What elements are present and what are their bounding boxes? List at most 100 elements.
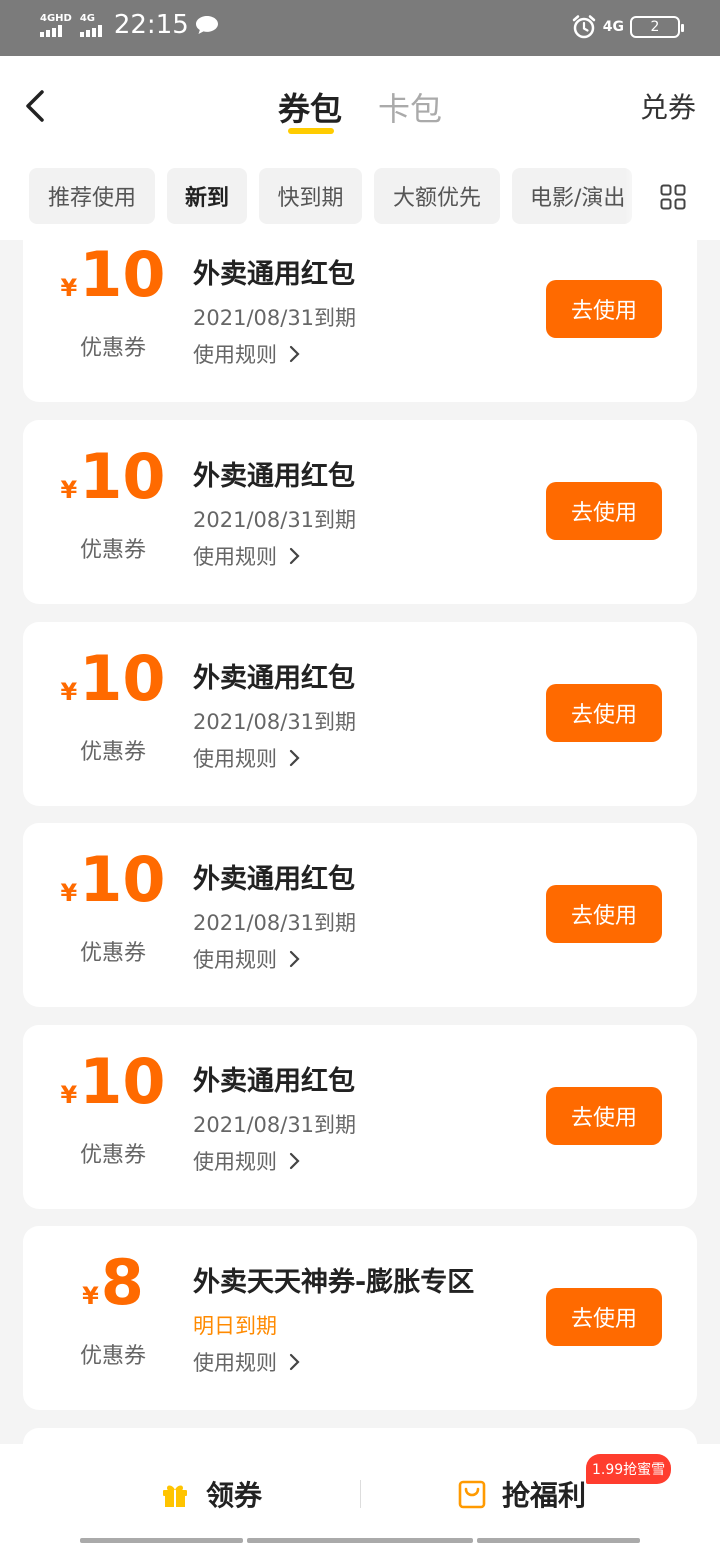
sim2-label: 4G: [79, 13, 96, 24]
grab-benefits-button[interactable]: 抢福利: [458, 1474, 586, 1514]
filter-recommended[interactable]: 推荐使用: [29, 168, 155, 224]
use-coupon-button[interactable]: 去使用: [546, 885, 662, 943]
battery-level: 2: [650, 19, 660, 35]
coupon-expiry: 2021/08/31到期: [193, 911, 357, 935]
chat-bubble-icon: [195, 16, 218, 34]
chevron-right-icon: [289, 1353, 300, 1371]
currency-symbol: ¥: [60, 274, 78, 302]
coupon-expiry: 2021/08/31到期: [193, 710, 357, 734]
usage-rules-link[interactable]: 使用规则: [193, 541, 301, 571]
currency-symbol: ¥: [60, 476, 78, 504]
get-coupons-label: 领券: [206, 1479, 263, 1512]
filter-bar: 推荐使用 新到 快到期 大额优先 电影/演出: [0, 156, 720, 240]
usage-rules-label: 使用规则: [193, 1351, 277, 1375]
amount-value: 10: [79, 440, 166, 513]
usage-rules-link[interactable]: 使用规则: [193, 944, 301, 974]
coupon-list[interactable]: ¥ 10 优惠券 外卖通用红包 2021/08/31到期 使用规则 去使用 ¥ …: [0, 240, 720, 1444]
coupon-title: 外卖通用红包: [193, 663, 355, 694]
usage-rules-label: 使用规则: [193, 343, 277, 367]
usage-rules-link[interactable]: 使用规则: [193, 1347, 301, 1377]
coupon-expiry: 2021/08/31到期: [193, 306, 357, 330]
coupon-type-label: 优惠券: [79, 1143, 146, 1168]
coupon-amount: ¥ 10: [23, 845, 203, 915]
coupon-card[interactable]: ¥ 10 优惠券 外卖通用红包 2021/08/31到期 使用规则 去使用: [23, 420, 697, 604]
grid-menu-icon[interactable]: [660, 184, 686, 210]
shopping-bag-icon: [458, 1480, 486, 1509]
signal-bars-icon: [79, 25, 102, 37]
filter-expiring-soon[interactable]: 快到期: [259, 168, 362, 224]
back-arrow-icon[interactable]: [18, 86, 54, 126]
usage-rules-link[interactable]: 使用规则: [193, 1146, 301, 1176]
chevron-right-icon: [289, 345, 300, 363]
amount-value: 10: [79, 240, 166, 311]
usage-rules-link[interactable]: 使用规则: [193, 743, 301, 773]
tab-card-wallet[interactable]: 卡包: [378, 84, 442, 130]
sim1-label: 4GHD: [40, 13, 72, 24]
coupon-title: 外卖通用红包: [193, 864, 355, 895]
signal-bars-icon: [40, 25, 62, 37]
use-coupon-button[interactable]: 去使用: [546, 482, 662, 540]
coupon-title: 外卖通用红包: [193, 259, 355, 290]
coupon-expiry: 2021/08/31到期: [193, 1113, 357, 1137]
currency-symbol: ¥: [60, 678, 78, 706]
coupon-type-label: 优惠券: [79, 336, 146, 361]
coupon-expiry: 2021/08/31到期: [193, 508, 357, 532]
use-coupon-button[interactable]: 去使用: [546, 1288, 662, 1346]
coupon-title: 外卖通用红包: [193, 461, 355, 492]
header: 券包 卡包 兑券: [0, 56, 720, 156]
currency-symbol: ¥: [82, 1282, 99, 1310]
status-time: 22:15: [113, 10, 189, 40]
coupon-type-label: 优惠券: [79, 538, 146, 563]
coupon-title: 外卖天天神券-膨胀专区: [193, 1267, 475, 1298]
coupon-amount: ¥ 10: [23, 442, 203, 512]
coupon-amount: ¥ 10: [23, 1047, 203, 1117]
coupon-type-label: 优惠券: [79, 740, 146, 765]
network-type: 4G: [602, 19, 624, 35]
filter-fade: [625, 168, 645, 224]
redeem-coupon-link[interactable]: 兑券: [640, 86, 696, 126]
amount-value: 10: [79, 843, 166, 916]
amount-value: 10: [79, 642, 166, 715]
alarm-icon: [572, 15, 596, 39]
coupon-card[interactable]: ¥ 8 优惠券 外卖天天神券-膨胀专区 明日到期 使用规则 去使用: [23, 1226, 697, 1410]
use-coupon-button[interactable]: 去使用: [546, 280, 662, 338]
bottom-divider: [360, 1480, 361, 1508]
chevron-right-icon: [289, 749, 300, 767]
use-coupon-button[interactable]: 去使用: [546, 684, 662, 742]
coupon-card[interactable]: ¥ 10 优惠券 外卖通用红包 2021/08/31到期 使用规则 去使用: [23, 1025, 697, 1209]
coupon-expiry: 明日到期: [193, 1314, 277, 1338]
coupon-amount: ¥ 8: [23, 1248, 203, 1318]
nav-indicator: [247, 1538, 473, 1543]
amount-value: 10: [79, 1045, 166, 1118]
coupon-type-label: 优惠券: [79, 1344, 146, 1369]
coupon-card[interactable]: ¥ 10 优惠券 外卖通用红包 2021/08/31到期 使用规则 去使用: [23, 823, 697, 1007]
nav-indicator: [477, 1538, 640, 1543]
chevron-right-icon: [289, 950, 300, 968]
usage-rules-label: 使用规则: [193, 545, 277, 569]
coupon-amount: ¥ 10: [23, 644, 203, 714]
filter-newest[interactable]: 新到: [167, 168, 247, 224]
coupon-amount: ¥ 10: [23, 240, 203, 310]
active-tab-indicator: [288, 128, 334, 134]
use-coupon-button[interactable]: 去使用: [546, 1087, 662, 1145]
coupon-card[interactable]: ¥ 10 优惠券 外卖通用红包 2021/08/31到期 使用规则 去使用: [23, 240, 697, 402]
coupon-card[interactable]: ¥ 10 优惠券 外卖通用红包 2021/08/31到期 使用规则 去使用: [23, 622, 697, 806]
currency-symbol: ¥: [60, 879, 78, 907]
sim2-signal: 4G: [79, 13, 102, 37]
gift-icon: [163, 1485, 187, 1507]
coupon-type-label: 优惠券: [79, 941, 146, 966]
filter-movies-shows[interactable]: 电影/演出: [512, 168, 632, 224]
nav-indicator: [80, 1538, 243, 1543]
usage-rules-link[interactable]: 使用规则: [193, 339, 301, 369]
grab-benefits-label: 抢福利: [502, 1479, 587, 1512]
filter-largest-first[interactable]: 大额优先: [374, 168, 500, 224]
tab-coupon-wallet[interactable]: 券包: [278, 84, 342, 130]
currency-symbol: ¥: [60, 1081, 78, 1109]
chevron-right-icon: [289, 547, 300, 565]
coupon-card[interactable]: [23, 1428, 697, 1444]
promo-badge: 1.99抢蜜雪: [586, 1454, 672, 1484]
bottom-bar: 领券 抢福利 1.99抢蜜雪: [0, 1444, 720, 1544]
get-coupons-button[interactable]: 领券: [160, 1474, 262, 1514]
usage-rules-label: 使用规则: [193, 1150, 277, 1174]
status-bar: 4GHD 4G 22:15 4G 2: [0, 0, 720, 56]
